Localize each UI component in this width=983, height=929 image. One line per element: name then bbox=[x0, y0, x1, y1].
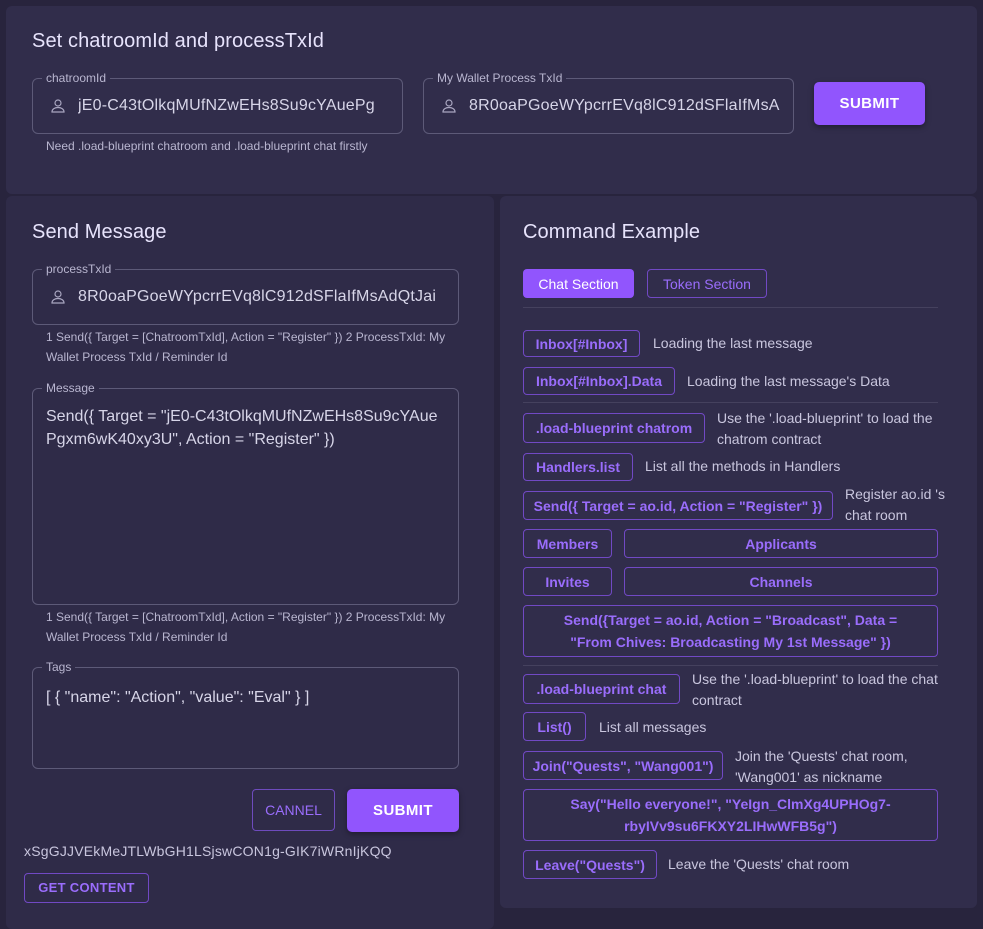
leave-description: Leave the 'Quests' chat room bbox=[668, 856, 850, 872]
list-command-button[interactable]: List() bbox=[523, 712, 586, 741]
inbox-data-description: Loading the last message's Data bbox=[687, 373, 890, 389]
message-label: Message bbox=[42, 381, 99, 395]
send-message-title: Send Message bbox=[32, 221, 167, 243]
load-chat-command-button[interactable]: .load-blueprint chat bbox=[523, 674, 680, 704]
section-divider bbox=[523, 665, 938, 666]
load-chatroom-command-button[interactable]: .load-blueprint chatrom bbox=[523, 413, 705, 443]
handlers-list-command-button[interactable]: Handlers.list bbox=[523, 453, 633, 481]
settings-submit-button[interactable]: SUBMIT bbox=[814, 82, 925, 125]
process-txid-label: processTxId bbox=[42, 262, 116, 276]
inbox-command-button[interactable]: Inbox[#Inbox] bbox=[523, 330, 640, 357]
inbox-data-command-button[interactable]: Inbox[#Inbox].Data bbox=[523, 367, 675, 395]
wallet-process-label: My Wallet Process TxId bbox=[433, 71, 567, 85]
wallet-process-input[interactable]: 8R0oaPGoeWYpcrrEVq8lC912dSFlaIfMsA bbox=[469, 97, 783, 115]
chatroom-settings-card: Set chatroomId and processTxId chatroomI… bbox=[6, 6, 977, 194]
chatroom-id-field[interactable]: chatroomId jE0-C43tOlkqMUfNZwEHs8Su9cYAu… bbox=[32, 71, 403, 134]
load-chat-description: Use the '.load-blueprint' to load the ch… bbox=[692, 671, 938, 708]
tags-textarea[interactable]: [ { "name": "Action", "value": "Eval" } … bbox=[46, 686, 446, 709]
tab-token-section[interactable]: Token Section bbox=[647, 269, 767, 298]
say-command-button[interactable]: Say("Hello everyone!", "YeIgn_ClmXg4UPHO… bbox=[523, 789, 938, 841]
broadcast-command-button[interactable]: Send({Target = ao.id, Action = "Broadcas… bbox=[523, 605, 938, 657]
chatroom-id-label: chatroomId bbox=[42, 71, 111, 85]
person-icon bbox=[51, 99, 65, 113]
members-command-button[interactable]: Members bbox=[523, 529, 612, 558]
process-helper-text: 1 Send({ Target = [ChatroomTxId], Action… bbox=[46, 330, 446, 364]
message-textarea[interactable]: Send({ Target = "jE0-C43tOlkqMUfNZwEHs8S… bbox=[46, 405, 446, 451]
person-icon bbox=[51, 290, 65, 304]
chatroom-id-input[interactable]: jE0-C43tOlkqMUfNZwEHs8Su9cYAuePg bbox=[78, 97, 392, 115]
section-divider bbox=[523, 402, 938, 403]
settings-title: Set chatroomId and processTxId bbox=[32, 30, 325, 52]
load-chatroom-description: Use the '.load-blueprint' to load the ch… bbox=[717, 410, 933, 447]
tags-field[interactable]: Tags [ { "name": "Action", "value": "Eva… bbox=[32, 660, 459, 769]
list-description: List all messages bbox=[599, 719, 707, 735]
join-description: Join the 'Quests' chat room, 'Wang001' a… bbox=[735, 748, 908, 785]
register-description: Register ao.id 's chat room bbox=[845, 486, 945, 523]
join-command-button[interactable]: Join("Quests", "Wang001") bbox=[523, 751, 723, 780]
tab-chat-section[interactable]: Chat Section bbox=[523, 269, 634, 298]
process-txid-field[interactable]: processTxId 8R0oaPGoeWYpcrrEVq8lC912dSFl… bbox=[32, 262, 459, 325]
cancel-button[interactable]: CANNEL bbox=[252, 789, 335, 831]
wallet-process-field[interactable]: My Wallet Process TxId 8R0oaPGoeWYpcrrEV… bbox=[423, 71, 794, 134]
message-field[interactable]: Message Send({ Target = "jE0-C43tOlkqMUf… bbox=[32, 381, 459, 605]
send-message-card: Send Message processTxId 8R0oaPGoeWYpcrr… bbox=[6, 196, 494, 929]
message-helper-text: 1 Send({ Target = [ChatroomTxId], Action… bbox=[46, 610, 446, 644]
result-text: xSgGJJVEkMeJTLWbGH1LSjswCON1g-GIK7iWRnIj… bbox=[24, 843, 392, 859]
channels-command-button[interactable]: Channels bbox=[624, 567, 938, 596]
invites-command-button[interactable]: Invites bbox=[523, 567, 612, 596]
tabs-divider bbox=[523, 307, 938, 308]
process-txid-input[interactable]: 8R0oaPGoeWYpcrrEVq8lC912dSFlaIfMsAdQtJai bbox=[78, 288, 448, 306]
person-icon bbox=[442, 99, 456, 113]
settings-helper-text: Need .load-blueprint chatroom and .load-… bbox=[46, 139, 368, 153]
applicants-command-button[interactable]: Applicants bbox=[624, 529, 938, 558]
command-example-card: Command Example Chat Section Token Secti… bbox=[500, 196, 977, 908]
leave-command-button[interactable]: Leave("Quests") bbox=[523, 850, 657, 879]
command-example-title: Command Example bbox=[523, 221, 701, 243]
handlers-list-description: List all the methods in Handlers bbox=[645, 458, 841, 474]
get-content-button[interactable]: GET CONTENT bbox=[24, 873, 149, 903]
send-submit-button[interactable]: SUBMIT bbox=[347, 789, 459, 832]
inbox-description: Loading the last message bbox=[653, 335, 813, 351]
tags-label: Tags bbox=[42, 660, 76, 674]
register-command-button[interactable]: Send({ Target = ao.id, Action = "Registe… bbox=[523, 491, 833, 520]
